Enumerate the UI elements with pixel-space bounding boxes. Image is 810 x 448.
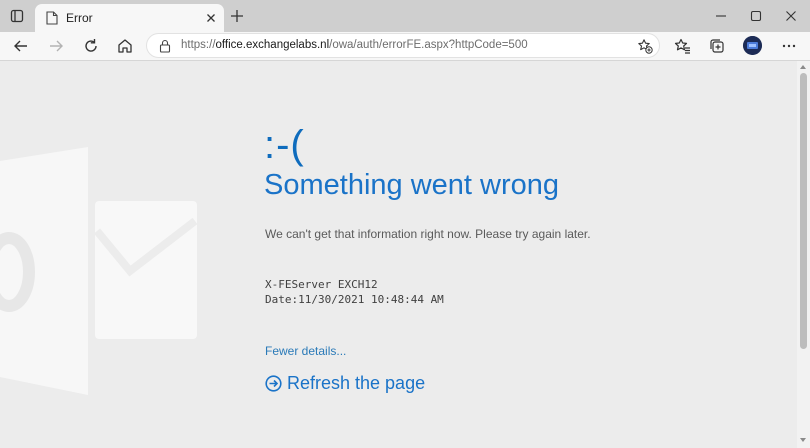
close-icon[interactable] [203, 10, 219, 26]
favorites-icon[interactable] [674, 37, 692, 55]
refresh-page-link[interactable]: Refresh the page [265, 373, 425, 394]
error-message: We can't get that information right now.… [265, 227, 591, 241]
tab-title: Error [66, 11, 93, 25]
more-icon[interactable] [780, 37, 798, 55]
back-icon[interactable] [12, 37, 30, 55]
lock-icon[interactable] [159, 39, 171, 53]
scroll-up-arrow-icon[interactable] [800, 65, 806, 69]
reload-icon[interactable] [82, 37, 100, 55]
refresh-circle-arrow-icon [265, 375, 282, 392]
browser-tab[interactable]: Error [35, 4, 224, 32]
window-close-icon[interactable] [781, 6, 801, 26]
server-details: X-FEServer EXCH12 Date:11/30/2021 10:48:… [265, 277, 444, 307]
browser-toolbar: https://office.exchangelabs.nl/owa/auth/… [0, 32, 810, 61]
tab-strip: Error [0, 0, 810, 32]
url-path: /owa/auth/errorFE.aspx?httpCode=500 [329, 39, 528, 51]
sad-emoticon: :-( [264, 123, 305, 167]
scroll-thumb[interactable] [800, 73, 807, 349]
home-icon[interactable] [116, 37, 134, 55]
address-bar[interactable]: https://office.exchangelabs.nl/owa/auth/… [146, 33, 660, 58]
tab-actions-icon[interactable] [9, 8, 25, 24]
plus-icon[interactable] [229, 8, 245, 24]
collections-icon[interactable] [708, 37, 726, 55]
forward-icon[interactable] [47, 37, 65, 55]
server-name: X-FEServer EXCH12 [265, 278, 378, 291]
page-title: Something went wrong [264, 169, 559, 201]
vertical-scrollbar[interactable] [797, 61, 810, 448]
maximize-icon[interactable] [746, 6, 766, 26]
error-date: Date:11/30/2021 10:48:44 AM [265, 293, 444, 306]
avatar-image [743, 36, 762, 55]
fewer-details-link[interactable]: Fewer details... [265, 344, 346, 358]
scroll-down-arrow-icon[interactable] [800, 438, 806, 442]
url-host: office.exchangelabs.nl [215, 39, 330, 51]
outlook-logo [0, 147, 198, 395]
url-text: https://office.exchangelabs.nl/owa/auth/… [181, 39, 528, 51]
page-icon [46, 11, 58, 25]
minimize-icon[interactable] [711, 6, 731, 26]
page-content: :-( Something went wrong We can't get th… [0, 61, 797, 448]
url-scheme: https:// [181, 39, 216, 51]
refresh-page-label: Refresh the page [287, 373, 426, 393]
profile-avatar[interactable] [743, 36, 762, 55]
add-favorite-icon[interactable] [637, 38, 653, 54]
